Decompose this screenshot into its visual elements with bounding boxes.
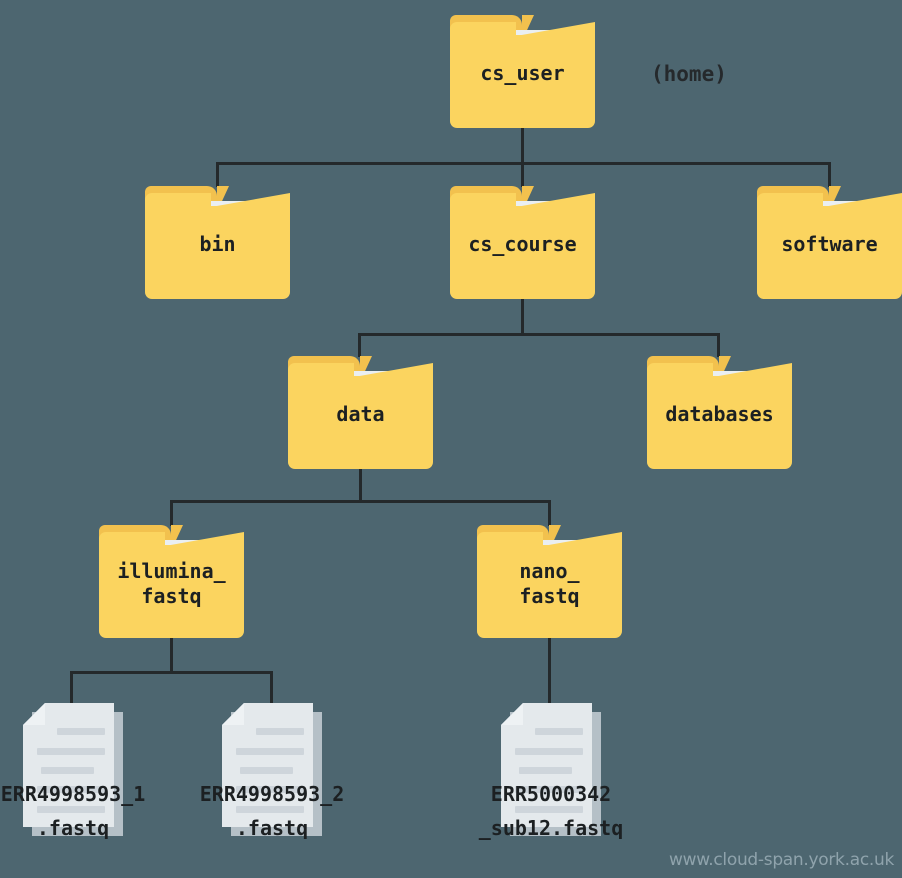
folder-label: illumina_ fastq [117, 559, 226, 608]
file-text-rule [256, 728, 304, 735]
folder-software[interactable]: software [757, 186, 902, 299]
connector-illumina-stem [170, 638, 173, 674]
file-err5000342-sub12[interactable]: ERR5000342 _sub12.fastq [479, 703, 623, 840]
connector-files-bar [70, 671, 273, 674]
connector-to-bin [216, 162, 219, 187]
file-text-rule [519, 767, 572, 774]
folder-bin[interactable]: bin [145, 186, 290, 299]
folder-label: software [781, 232, 878, 256]
file-text-rule [535, 728, 583, 735]
folder-label: data [336, 402, 385, 426]
connector-data-stem [359, 468, 362, 503]
file-err4998593-2[interactable]: ERR4998593_2 .fastq [200, 703, 344, 840]
file-text-rule [41, 767, 94, 774]
home-annotation-label: (home) [651, 62, 727, 86]
connector-to-illumina-fastq [170, 500, 173, 526]
folder-databases[interactable]: databases [647, 356, 792, 469]
connector-to-databases [717, 333, 720, 357]
connector-nano-to-file [548, 638, 551, 704]
connector-row4-bar [170, 500, 551, 503]
folder-label: nano_ fastq [519, 559, 580, 608]
folder-data[interactable]: data [288, 356, 433, 469]
connector-to-software [828, 162, 831, 187]
connector-to-cs-course [521, 162, 524, 187]
file-text-rule [236, 748, 304, 755]
connector-to-nano-fastq [548, 500, 551, 526]
folder-nano-fastq[interactable]: nano_ fastq [477, 525, 622, 638]
watermark-url: www.cloud-span.york.ac.uk [669, 850, 894, 870]
file-fold-corner-icon [222, 703, 244, 725]
file-err4998593-1[interactable]: ERR4998593_1 .fastq [1, 703, 145, 840]
connector-cs-course-stem [521, 298, 524, 335]
folder-illumina-fastq[interactable]: illumina_ fastq [99, 525, 244, 638]
file-fold-corner-icon [23, 703, 45, 725]
folder-label: bin [199, 232, 236, 256]
file-label: ERR4998593_2 .fastq [199, 782, 345, 840]
folder-cs-course[interactable]: cs_course [450, 186, 595, 299]
folder-label: databases [665, 402, 774, 426]
folder-label: cs_user [480, 61, 565, 85]
file-text-rule [515, 748, 583, 755]
connector-to-file-err2 [270, 671, 273, 704]
connector-to-file-err1 [70, 671, 73, 704]
file-text-rule [37, 748, 105, 755]
file-label: ERR4998593_1 .fastq [0, 782, 146, 840]
directory-tree-diagram: cs_user (home) bin cs_course software da… [0, 0, 902, 878]
connector-row3-bar [358, 333, 720, 336]
file-text-rule [240, 767, 293, 774]
folder-label: cs_course [468, 232, 577, 256]
connector-to-data [358, 333, 361, 357]
file-fold-corner-icon [501, 703, 523, 725]
file-label: ERR5000342 _sub12.fastq [478, 782, 624, 840]
connector-root-stem [521, 128, 524, 164]
file-text-rule [57, 728, 105, 735]
folder-cs-user[interactable]: cs_user [450, 15, 595, 128]
